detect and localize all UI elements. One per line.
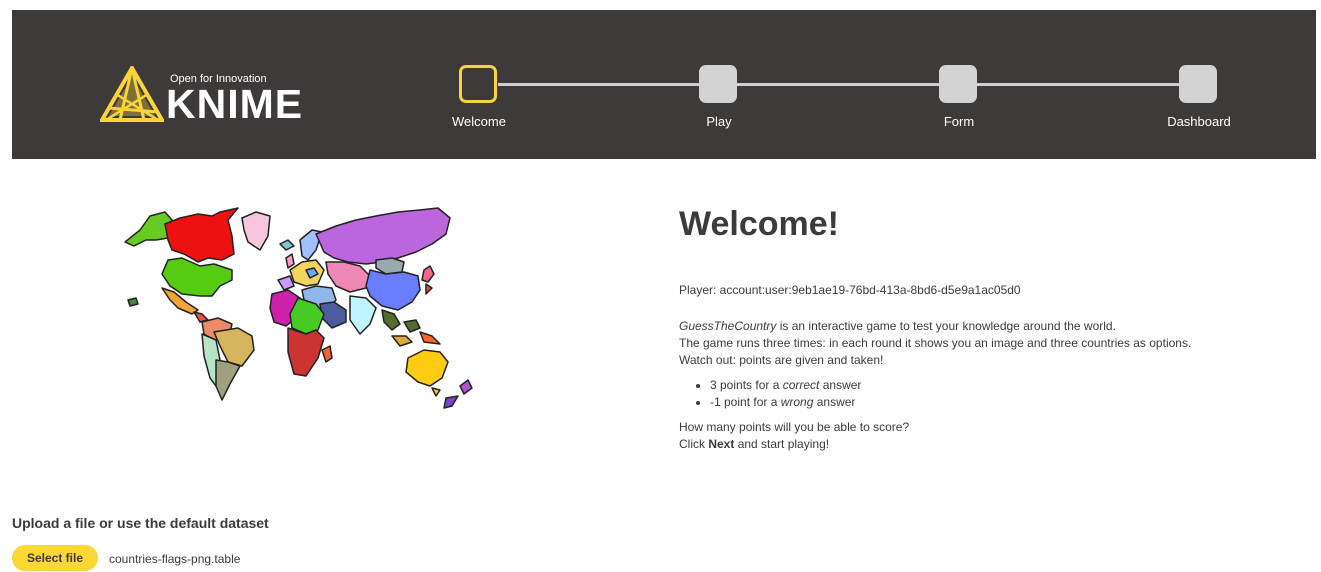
step-dashboard[interactable] [1179, 65, 1217, 103]
step-label-dashboard: Dashboard [1167, 114, 1231, 129]
intro-line-3: Watch out: points are given and taken! [679, 353, 884, 367]
next-keyword: Next [708, 437, 735, 451]
outro-suffix: and start playing! [734, 437, 830, 451]
player-line: Player: account:user:9eb1ae19-76bd-413a-… [679, 282, 1199, 299]
game-name: GuessTheCountry [679, 319, 777, 333]
list-item: 3 points for a correct answer [710, 377, 1199, 394]
bullet-prefix: -1 point for a [710, 395, 781, 409]
bullet-emphasis: correct [782, 378, 820, 392]
step-label-form: Form [943, 114, 975, 129]
player-label: Player [679, 283, 714, 297]
outro-prefix: Click [679, 437, 709, 451]
stepper-connector [498, 83, 700, 86]
outro-line-1: How many points will you be able to scor… [679, 420, 910, 434]
bullet-suffix: answer [813, 395, 856, 409]
bullet-suffix: answer [819, 378, 862, 392]
upload-heading: Upload a file or use the default dataset [12, 515, 269, 531]
app-header: Open for Innovation KNIME Welcome Play F… [12, 10, 1316, 159]
select-file-button[interactable]: Select file [12, 545, 98, 571]
player-id: : account:user:9eb1ae19-76bd-413a-8bd6-d… [713, 283, 1021, 297]
step-form[interactable] [939, 65, 977, 103]
intro-line-2: The game runs three times: in each round… [679, 336, 1192, 350]
page-title: Welcome! [679, 205, 839, 243]
world-map-illustration [124, 207, 473, 409]
step-welcome[interactable] [459, 65, 497, 103]
bullet-prefix: 3 points for a [710, 378, 783, 392]
welcome-content: Player: account:user:9eb1ae19-76bd-413a-… [679, 282, 1199, 453]
stepper-connector [736, 83, 940, 86]
intro-text-1: is an interactive game to test your know… [776, 319, 1116, 333]
bullet-emphasis: wrong [780, 395, 814, 409]
step-play[interactable] [699, 65, 737, 103]
progress-stepper: Welcome Play Form Dashboard [12, 10, 1316, 159]
step-label-welcome: Welcome [452, 114, 506, 129]
step-label-play: Play [706, 114, 732, 129]
points-list: 3 points for a correct answer -1 point f… [679, 377, 1199, 411]
list-item: -1 point for a wrong answer [710, 394, 1199, 411]
selected-file-name: countries-flags-png.table [109, 552, 241, 566]
stepper-connector [976, 83, 1180, 86]
intro-line-1: GuessTheCountry is an interactive game t… [679, 318, 1199, 335]
outro-line-2: Click Next and start playing! [679, 436, 1199, 453]
